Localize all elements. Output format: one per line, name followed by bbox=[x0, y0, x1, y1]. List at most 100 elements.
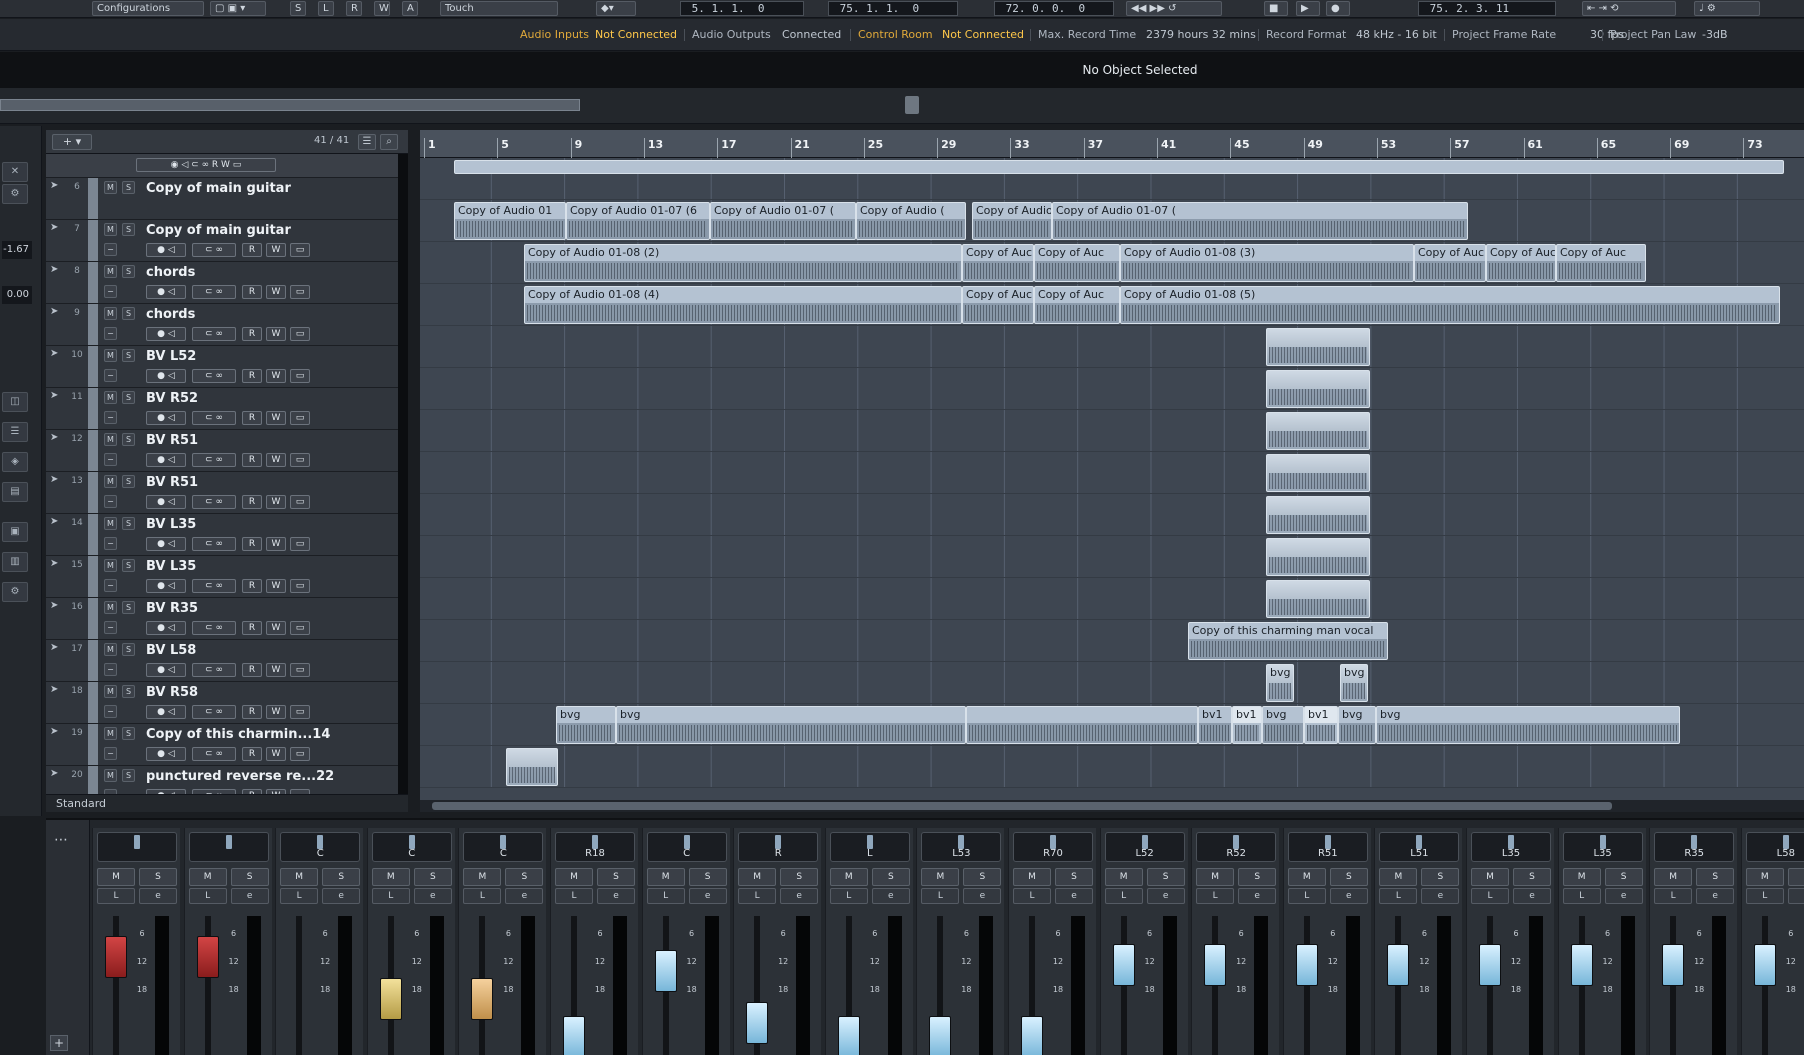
listen-button[interactable]: L bbox=[1196, 888, 1235, 904]
monitor-button[interactable]: ⊂ ∞ bbox=[192, 747, 236, 761]
edit-button[interactable]: e bbox=[230, 888, 269, 904]
r-button[interactable]: R bbox=[346, 1, 362, 16]
track-name[interactable]: BV L58 bbox=[146, 643, 346, 658]
mute-button[interactable]: M bbox=[104, 769, 117, 782]
mute-button[interactable]: M bbox=[280, 868, 319, 886]
solo-button[interactable]: S bbox=[122, 727, 135, 740]
primary-time-display[interactable]: 72. 0. 0. 0 bbox=[994, 1, 1114, 16]
track-row[interactable]: ➤ 13 M S BV R51 − ● ◁ ⊂ ∞ R W ▭ bbox=[46, 472, 398, 514]
track-expand-icon[interactable]: ➤ bbox=[50, 768, 62, 780]
lane-button[interactable]: − bbox=[104, 285, 117, 298]
notepad-icon[interactable]: ▥ bbox=[2, 552, 28, 572]
track-expand-icon[interactable]: ➤ bbox=[50, 516, 62, 528]
track-name[interactable]: Copy of main guitar bbox=[146, 223, 346, 238]
track-expand-icon[interactable]: ➤ bbox=[50, 558, 62, 570]
edit-button[interactable]: e bbox=[963, 888, 1002, 904]
write-automation-button[interactable]: W bbox=[266, 243, 286, 257]
edit-channel-button[interactable]: ▭ bbox=[290, 495, 310, 509]
pan-control[interactable]: C bbox=[371, 832, 452, 862]
track-row[interactable]: ➤ 10 M S BV L52 − ● ◁ ⊂ ∞ R W ▭ bbox=[46, 346, 398, 388]
gear-icon[interactable]: ⚙ bbox=[2, 184, 28, 204]
audio-event[interactable]: bvg bbox=[1340, 664, 1368, 702]
edit-button[interactable]: e bbox=[688, 888, 727, 904]
edit-button[interactable]: e bbox=[1604, 888, 1643, 904]
project-overview[interactable] bbox=[0, 88, 1804, 124]
listen-button[interactable]: L bbox=[555, 888, 593, 904]
pan-knob[interactable] bbox=[592, 835, 598, 849]
pan-control[interactable]: C bbox=[463, 832, 544, 862]
solo-button[interactable]: S bbox=[780, 868, 819, 886]
volume-fader[interactable] bbox=[1387, 944, 1410, 986]
edit-button[interactable]: e bbox=[1055, 888, 1093, 904]
horizontal-scroll-thumb[interactable] bbox=[432, 802, 1612, 810]
read-automation-button[interactable]: R bbox=[242, 705, 262, 719]
mute-button[interactable]: M bbox=[738, 868, 777, 886]
mute-button[interactable]: M bbox=[1379, 868, 1418, 886]
mute-button[interactable]: M bbox=[104, 559, 117, 572]
solo-button[interactable]: S bbox=[1055, 868, 1093, 886]
audio-event[interactable]: Copy of Auc bbox=[962, 286, 1034, 324]
monitor-button[interactable]: ⊂ ∞ bbox=[192, 327, 236, 341]
record-enable-button[interactable]: ● ◁ bbox=[146, 663, 186, 677]
volume-fader[interactable] bbox=[1753, 944, 1776, 986]
track-lane[interactable] bbox=[420, 368, 1804, 410]
mute-button[interactable]: M bbox=[104, 517, 117, 530]
solo-button[interactable]: S bbox=[1329, 868, 1368, 886]
listen-button[interactable]: L bbox=[371, 888, 410, 904]
write-automation-button[interactable]: W bbox=[266, 369, 286, 383]
track-name[interactable]: BV R51 bbox=[146, 475, 346, 490]
volume-fader[interactable] bbox=[1021, 1016, 1043, 1055]
track-expand-icon[interactable]: ➤ bbox=[50, 642, 62, 654]
pan-control[interactable]: L53 bbox=[921, 832, 1002, 862]
solo-button[interactable]: S bbox=[1421, 868, 1460, 886]
track-row[interactable]: ➤ 19 M S Copy of this charmin...14 − ● ◁ ⊂ ∞ R W ▭ bbox=[46, 724, 398, 766]
lane-button[interactable]: − bbox=[104, 747, 117, 760]
configurations-dropdown[interactable]: Configurations bbox=[92, 1, 204, 16]
audio-event[interactable]: Copy of Auc bbox=[962, 244, 1034, 282]
edit-channel-button[interactable]: ▭ bbox=[290, 579, 310, 593]
audio-event[interactable]: Copy of Audio ( bbox=[856, 202, 966, 240]
audio-event[interactable]: bvg bbox=[1266, 664, 1294, 702]
record-enable-button[interactable]: ● ◁ bbox=[146, 495, 186, 509]
read-automation-button[interactable]: R bbox=[242, 453, 262, 467]
edit-channel-button[interactable]: ▭ bbox=[290, 285, 310, 299]
track-lane[interactable] bbox=[420, 662, 1804, 704]
edit-button[interactable]: e bbox=[1513, 888, 1551, 904]
audio-event[interactable]: bvg bbox=[556, 706, 616, 744]
solo-button[interactable]: S bbox=[122, 223, 135, 236]
audio-event[interactable] bbox=[1266, 370, 1370, 408]
audio-event[interactable]: Copy of Audio 01-08 (5) bbox=[1120, 286, 1780, 324]
pan-knob[interactable] bbox=[866, 835, 873, 849]
mute-button[interactable]: M bbox=[188, 868, 227, 886]
listen-button[interactable]: L bbox=[97, 888, 135, 904]
mute-button[interactable]: M bbox=[1196, 868, 1235, 886]
metronome-buttons[interactable]: ♩ ⚙ bbox=[1694, 1, 1760, 16]
solo-button[interactable]: S bbox=[122, 559, 135, 572]
write-automation-button[interactable]: W bbox=[266, 327, 286, 341]
audio-event[interactable]: bvg bbox=[1338, 706, 1376, 744]
event-display[interactable]: 1 5 9 13 17 21 25 29 33 37 41 45 49 53 57 61 65 69 73 Copy… bbox=[420, 130, 1804, 812]
pan-knob[interactable] bbox=[958, 835, 965, 849]
monitor-button[interactable]: ⊂ ∞ bbox=[192, 285, 236, 299]
snap-button[interactable]: ◆▾ bbox=[596, 1, 636, 16]
listen-button[interactable]: L bbox=[1654, 888, 1693, 904]
audio-event[interactable]: Copy of Audio 01 bbox=[454, 202, 566, 240]
pan-control[interactable] bbox=[188, 832, 269, 862]
stop-button[interactable]: ■ bbox=[1264, 1, 1288, 16]
lane-button[interactable]: − bbox=[104, 369, 117, 382]
edit-button[interactable]: e bbox=[139, 888, 177, 904]
pan-control[interactable]: R18 bbox=[555, 832, 635, 862]
audio-event[interactable]: Copy of Auc bbox=[1414, 244, 1486, 282]
w-button[interactable]: W bbox=[374, 1, 390, 16]
audio-event[interactable]: bvg bbox=[616, 706, 966, 744]
overview-handle[interactable] bbox=[905, 96, 919, 114]
track-expand-icon[interactable]: ➤ bbox=[50, 474, 62, 486]
pan-control[interactable]: C bbox=[280, 832, 361, 862]
write-automation-button[interactable]: W bbox=[266, 747, 286, 761]
pan-knob[interactable] bbox=[1599, 835, 1606, 849]
audio-event[interactable]: bvg bbox=[1262, 706, 1304, 744]
track-expand-icon[interactable]: ➤ bbox=[50, 180, 62, 192]
monitor-button[interactable]: ⊂ ∞ bbox=[192, 579, 236, 593]
read-automation-button[interactable]: R bbox=[242, 663, 262, 677]
audio-event[interactable] bbox=[1266, 328, 1370, 366]
